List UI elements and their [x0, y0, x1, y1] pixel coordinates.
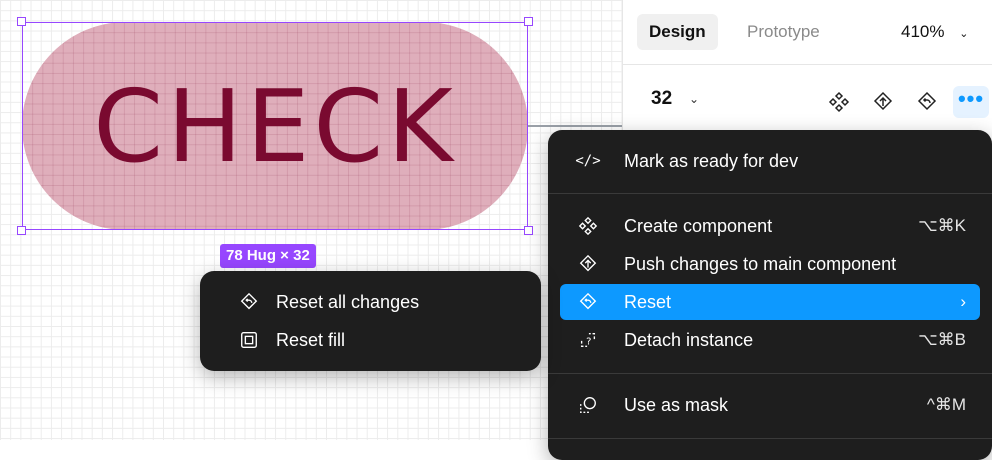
menu-item-label: Push changes to main component [624, 253, 897, 274]
dimension-badge: 78 Hug × 32 [220, 244, 316, 268]
component-icon[interactable] [825, 88, 853, 116]
menu-item-push-changes[interactable]: Push changes to main component [560, 246, 980, 282]
submenu-item-label: Reset all changes [276, 291, 420, 312]
submenu-item-reset-fill[interactable]: Reset fill [200, 322, 541, 358]
reset-icon [236, 290, 262, 314]
reset-icon[interactable] [913, 88, 941, 116]
push-changes-icon[interactable] [869, 88, 897, 116]
menu-separator [548, 438, 992, 439]
chevron-down-icon[interactable]: ⌄ [689, 92, 699, 106]
more-options-button[interactable]: ••• [953, 86, 989, 118]
button-component-instance[interactable]: CHECK [22, 22, 528, 230]
zoom-dropdown[interactable]: 410% ⌄ [901, 14, 968, 50]
menu-item-label: Mark as ready for dev [624, 150, 799, 171]
tab-design[interactable]: Design [637, 14, 718, 50]
submenu-item-label: Reset fill [276, 329, 346, 350]
mask-icon [574, 393, 602, 417]
chevron-right-icon: › [960, 292, 966, 311]
chevron-down-icon: ⌄ [959, 28, 969, 40]
push-changes-icon [574, 252, 602, 276]
reset-submenu: Reset all changes Reset fill [200, 271, 541, 371]
menu-item-label: Reset [624, 291, 672, 312]
design-canvas[interactable]: CHECK 78 Hug × 32 [0, 0, 622, 440]
code-icon: </> [575, 153, 601, 169]
instance-context-menu: </> Mark as ready for dev Create compone… [548, 130, 992, 460]
zoom-value: 410% [901, 22, 945, 41]
reset-icon [574, 290, 602, 314]
connector-line [528, 125, 622, 127]
fill-icon [236, 328, 262, 352]
panel-divider [623, 64, 992, 65]
resize-handle-bottom-right[interactable] [524, 226, 533, 235]
menu-item-label: Detach instance [624, 329, 754, 350]
menu-item-create-component[interactable]: Create component ⌥⌘K [560, 208, 980, 244]
menu-item-detach-instance[interactable]: ? Detach instance ⌥⌘B [560, 322, 980, 358]
menu-separator [548, 193, 992, 194]
component-text: CHECK [93, 67, 457, 185]
resize-handle-bottom-left[interactable] [17, 226, 26, 235]
component-icon [574, 214, 602, 238]
svg-text:?: ? [586, 337, 591, 348]
menu-item-reset[interactable]: Reset › [560, 284, 980, 320]
submenu-item-reset-all-changes[interactable]: Reset all changes [200, 284, 541, 320]
menu-item-use-as-mask[interactable]: Use as mask ^⌘M [560, 387, 980, 423]
menu-separator [548, 373, 992, 374]
shortcut-label: ⌥⌘K [918, 216, 966, 235]
resize-handle-top-right[interactable] [524, 17, 533, 26]
tab-prototype[interactable]: Prototype [735, 14, 832, 50]
menu-item-label: Create component [624, 215, 773, 236]
resize-handle-top-left[interactable] [17, 17, 26, 26]
detach-icon: ? [574, 328, 602, 352]
shortcut-label: ^⌘M [926, 395, 966, 414]
menu-item-mark-ready-for-dev[interactable]: </> Mark as ready for dev [560, 143, 980, 179]
shortcut-label: ⌥⌘B [918, 330, 966, 349]
menu-item-label: Use as mask [624, 394, 729, 415]
instance-property-value[interactable]: 32 [651, 88, 672, 110]
